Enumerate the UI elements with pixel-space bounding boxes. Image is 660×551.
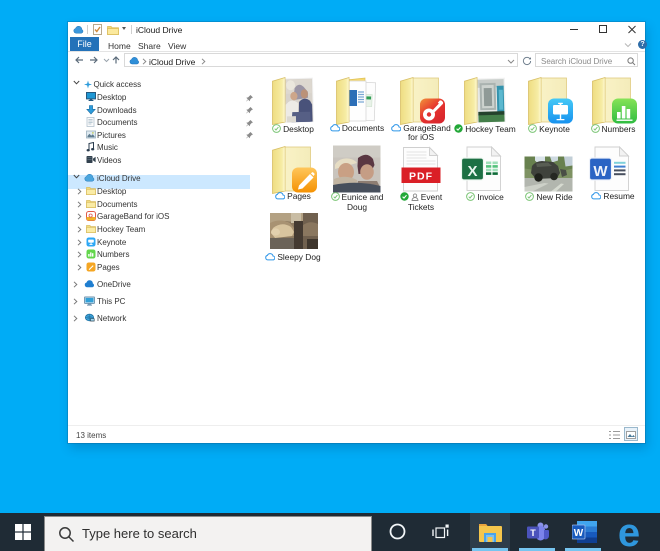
- svg-text:W: W: [593, 163, 608, 180]
- svg-text:X: X: [467, 163, 477, 180]
- svg-text:PDF: PDF: [409, 170, 433, 182]
- svg-text:T: T: [530, 528, 536, 538]
- svg-text:W: W: [574, 528, 584, 539]
